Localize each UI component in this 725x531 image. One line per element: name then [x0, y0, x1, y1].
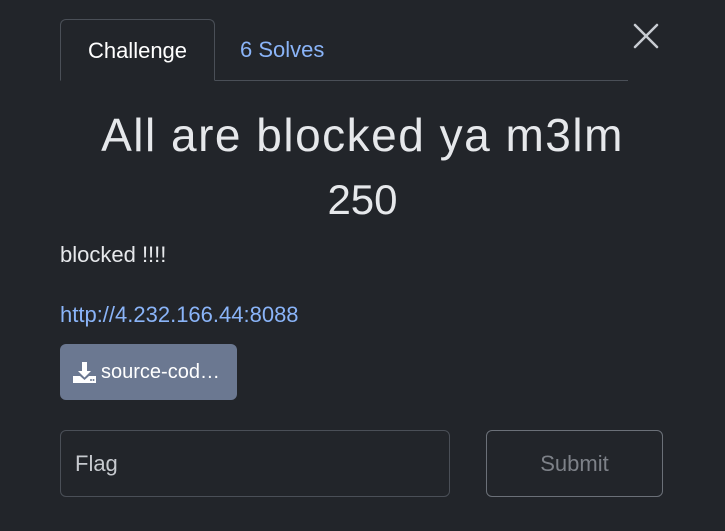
challenge-url-link[interactable]: http://4.232.166.44:8088 — [60, 300, 299, 330]
tab-challenge[interactable]: Challenge — [60, 19, 215, 81]
flag-input[interactable] — [60, 430, 450, 497]
challenge-modal: Challenge 6 Solves All are blocked ya m3… — [0, 0, 725, 531]
challenge-value: 250 — [327, 176, 398, 223]
challenge-name: All are blocked ya m3lm — [101, 109, 624, 161]
challenge-description: blocked !!!! — [60, 242, 167, 267]
download-file-label: source-cod… — [101, 361, 220, 383]
download-icon — [73, 362, 96, 383]
tab-solves[interactable]: 6 Solves — [240, 19, 324, 80]
submit-button[interactable]: Submit — [486, 430, 663, 497]
challenge-tabs: Challenge 6 Solves — [60, 19, 628, 81]
download-file-button[interactable]: source-cod… — [60, 344, 237, 400]
close-icon — [633, 23, 659, 49]
close-button[interactable] — [630, 20, 662, 52]
